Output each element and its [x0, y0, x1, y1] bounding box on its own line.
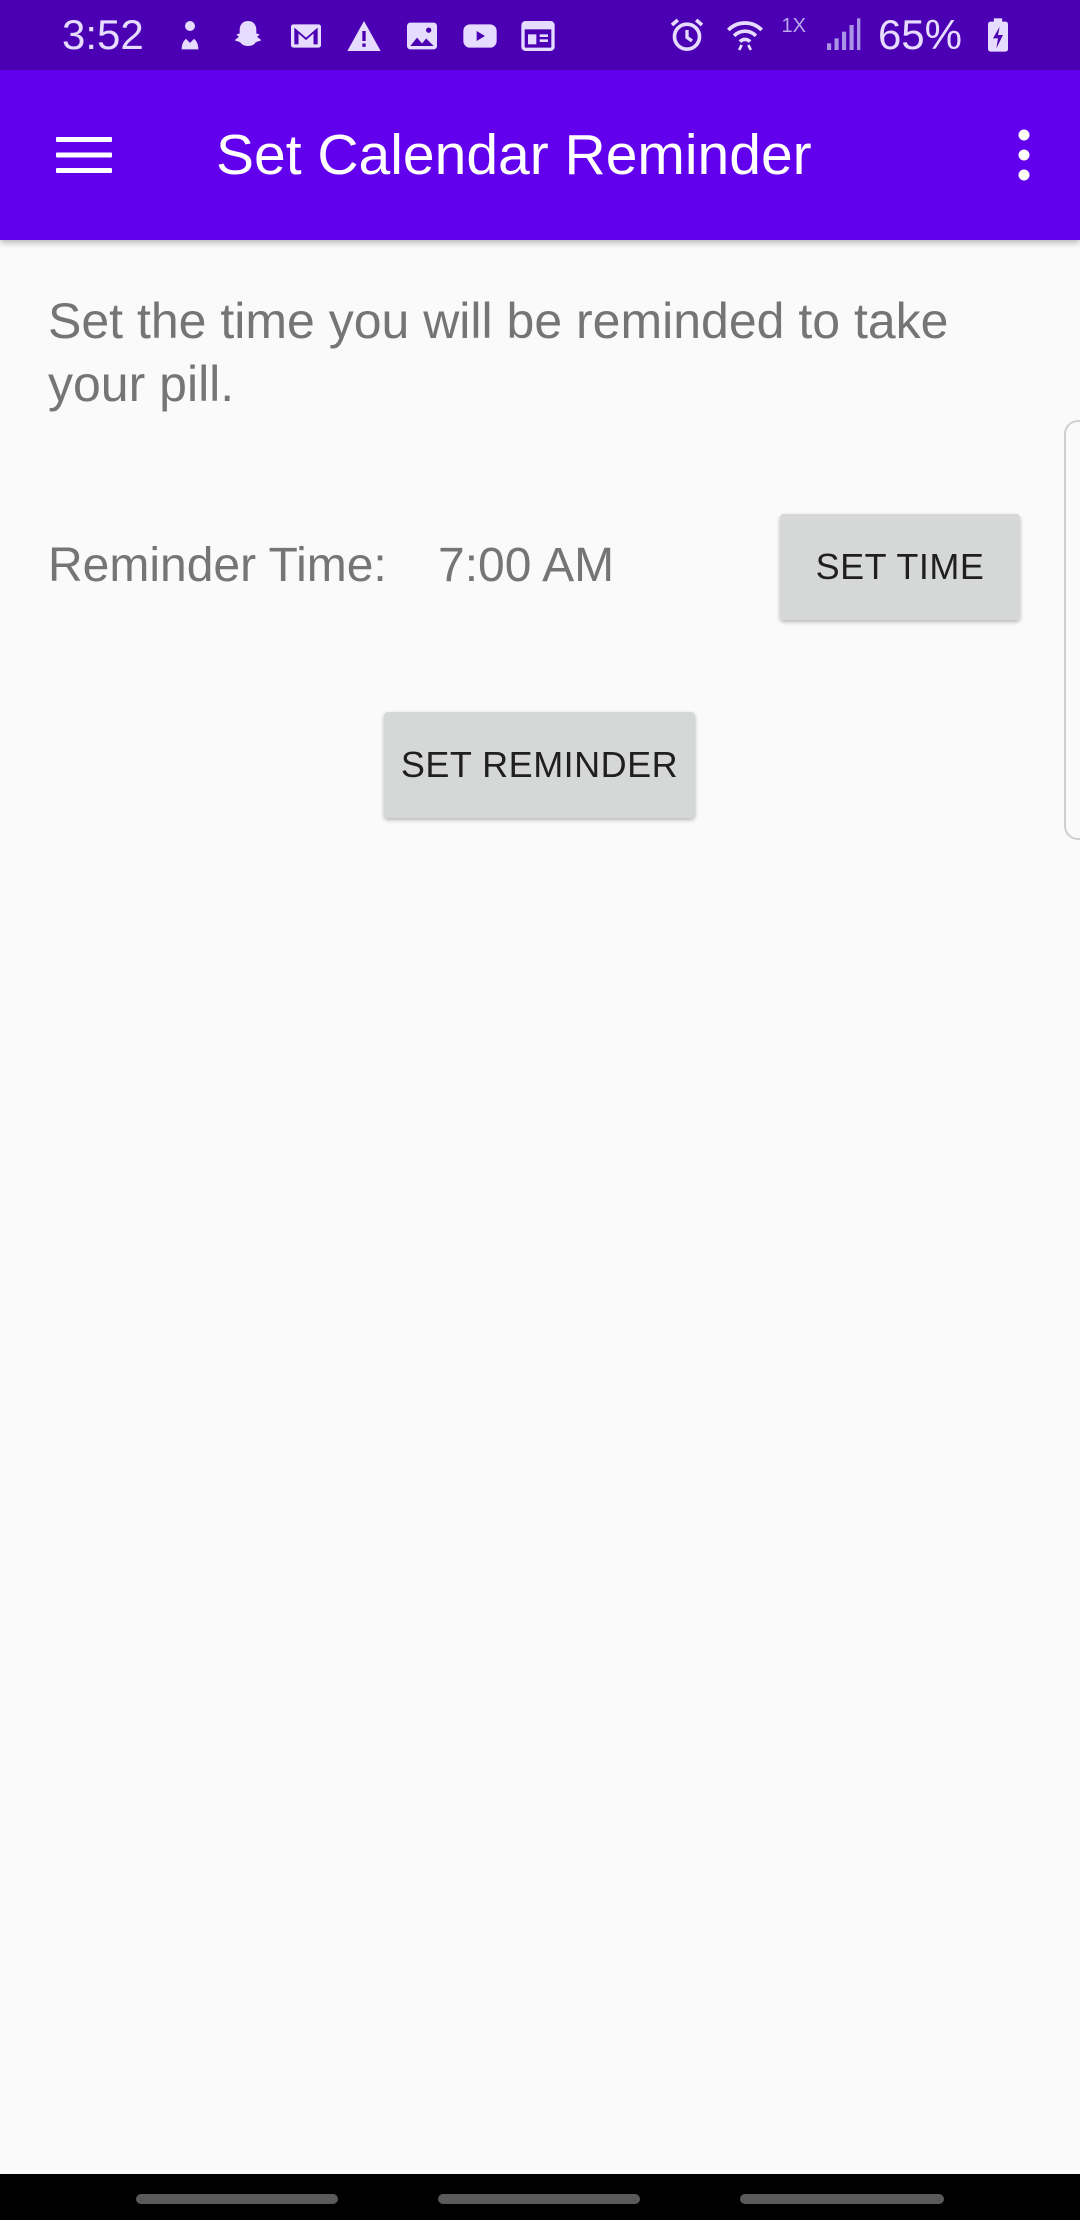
calendar-news-icon	[516, 14, 560, 58]
status-time: 3:52	[62, 11, 144, 58]
edge-panel-handle[interactable]	[1064, 420, 1080, 840]
instruction-text: Set the time you will be reminded to tak…	[48, 293, 949, 412]
nav-back-button[interactable]	[740, 2194, 944, 2204]
app-bar: Set Calendar Reminder	[0, 70, 1080, 240]
page-title: Set Calendar Reminder	[216, 123, 812, 187]
overflow-menu-button[interactable]	[992, 111, 1056, 199]
signal-icon	[820, 13, 864, 57]
hamburger-menu-icon	[56, 137, 112, 173]
nav-recents-button[interactable]	[136, 2194, 338, 2204]
snapchat-icon	[226, 14, 270, 58]
set-reminder-button[interactable]: SET REMINDER	[384, 712, 695, 818]
upload-person-icon	[168, 14, 212, 58]
warning-icon	[342, 14, 386, 58]
battery-charging-icon	[976, 13, 1020, 57]
navigation-menu-button[interactable]	[36, 111, 132, 199]
gallery-icon	[400, 14, 444, 58]
reminder-time-label: Reminder Time:	[48, 539, 387, 592]
set-time-button[interactable]: SET TIME	[780, 514, 1020, 620]
navigation-bar	[0, 2174, 1080, 2220]
alarm-icon	[665, 13, 709, 57]
nav-home-button[interactable]	[438, 2194, 640, 2204]
gmail-icon	[284, 14, 328, 58]
youtube-icon	[458, 14, 502, 58]
notification-icons	[168, 14, 560, 58]
status-bar: 3:52 1X 65%	[0, 0, 1080, 70]
more-vert-icon	[1018, 129, 1030, 181]
network-type-label: 1X	[781, 14, 806, 37]
system-icons: 1X 65%	[665, 10, 1020, 60]
wifi-icon	[723, 13, 767, 57]
reminder-time-value: 7:00 AM	[438, 539, 615, 592]
battery-percent: 65%	[877, 11, 962, 58]
screen: 3:52 1X 65% Set Calendar Reminder Set th…	[0, 0, 1080, 2220]
